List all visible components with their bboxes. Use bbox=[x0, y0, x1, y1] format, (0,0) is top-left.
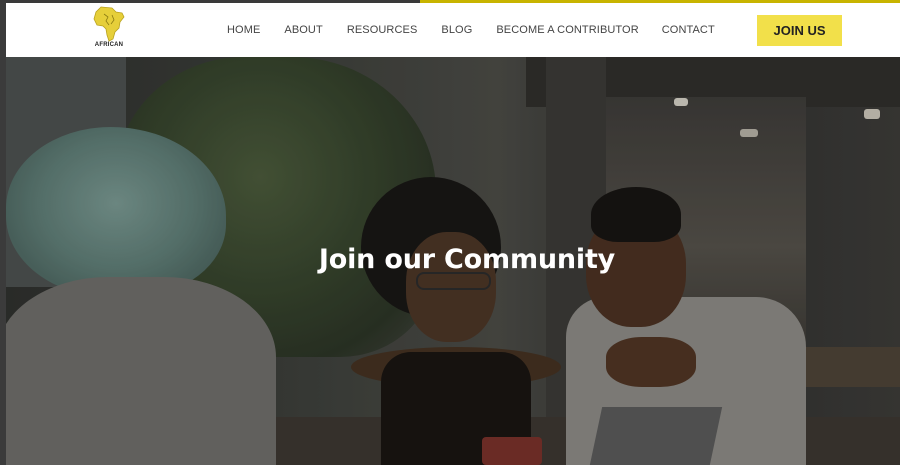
hero-title: Join our Community bbox=[318, 244, 616, 275]
join-us-button[interactable]: JOIN US bbox=[757, 15, 842, 46]
logo-text: AFRICAN bbox=[94, 42, 124, 48]
main-nav: HOME ABOUT RESOURCES BLOG BECOME A CONTR… bbox=[227, 3, 739, 57]
nav-home[interactable]: HOME bbox=[227, 24, 260, 36]
nav-contact[interactable]: CONTACT bbox=[662, 24, 715, 36]
site-header: AFRICAN HOME ABOUT RESOURCES BLOG BECOME… bbox=[6, 3, 900, 57]
africa-map-icon bbox=[93, 6, 125, 42]
hero-banner: Join our Community bbox=[6, 57, 900, 465]
nav-become-contributor[interactable]: BECOME A CONTRIBUTOR bbox=[496, 24, 638, 36]
nav-blog[interactable]: BLOG bbox=[441, 24, 472, 36]
site-logo[interactable]: AFRICAN bbox=[88, 5, 130, 55]
nav-resources[interactable]: RESOURCES bbox=[347, 24, 418, 36]
nav-about[interactable]: ABOUT bbox=[284, 24, 322, 36]
